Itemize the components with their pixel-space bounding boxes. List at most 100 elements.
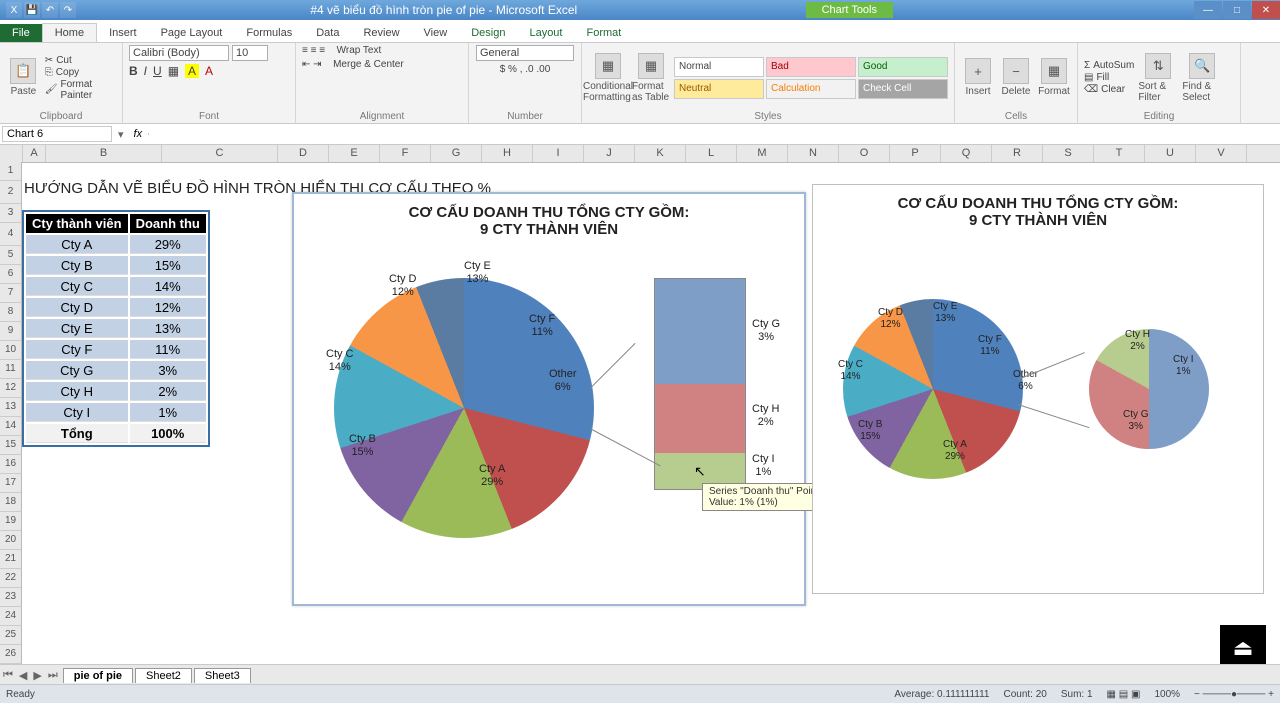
zoom-level[interactable]: 100% xyxy=(1154,689,1180,700)
excel-icon: X xyxy=(6,2,22,18)
chart2-title: CƠ CẤU DOANH THU TỔNG CTY GỒM:9 CTY THÀN… xyxy=(813,185,1263,229)
sheet-tabs: ⏮ ◀ ▶ ⏭ pie of pie Sheet2 Sheet3 xyxy=(0,664,1280,685)
style-good[interactable]: Good xyxy=(858,57,948,77)
tab-formulas[interactable]: Formulas xyxy=(234,24,304,42)
autosum-button[interactable]: Σ AutoSum xyxy=(1084,60,1134,71)
style-calculation[interactable]: Calculation xyxy=(766,79,856,99)
wrap-text-button[interactable]: Wrap Text xyxy=(337,45,382,56)
chart1-title: CƠ CẤU DOANH THU TỔNG CTY GỒM:9 CTY THÀN… xyxy=(294,194,804,238)
style-bad[interactable]: Bad xyxy=(766,57,856,77)
tab-nav-next[interactable]: ▶ xyxy=(30,669,44,682)
tab-insert[interactable]: Insert xyxy=(97,24,149,42)
sheet-tab-3[interactable]: Sheet3 xyxy=(194,668,251,683)
sort-filter-button[interactable]: ⇅Sort & Filter xyxy=(1138,53,1178,103)
name-box[interactable]: Chart 6 xyxy=(2,126,112,142)
tab-view[interactable]: View xyxy=(412,24,460,42)
sheet-tab-1[interactable]: pie of pie xyxy=(63,668,133,683)
data-table[interactable]: Cty thành viênDoanh thu Cty A29% Cty B15… xyxy=(22,210,210,447)
label-ctya: Cty A 29% xyxy=(479,463,505,488)
insert-cells-button[interactable]: +Insert xyxy=(961,58,995,97)
tab-design[interactable]: Design xyxy=(459,24,517,42)
group-cells: Cells xyxy=(961,110,1071,123)
group-font: Font xyxy=(129,110,289,123)
style-check-cell[interactable]: Check Cell xyxy=(858,79,948,99)
tab-layout[interactable]: Layout xyxy=(517,24,574,42)
document-title: #4 vẽ biểu đồ hình tròn pie of pie - Mic… xyxy=(82,3,806,17)
border-button[interactable]: ▦ xyxy=(168,64,179,78)
style-normal[interactable]: Normal xyxy=(674,57,764,77)
save-icon[interactable]: 💾 xyxy=(24,2,40,18)
find-select-button[interactable]: 🔍Find & Select xyxy=(1182,53,1222,103)
column-headers: A B C D E F G H I J K L M N O P Q R S T … xyxy=(0,145,1280,163)
format-as-table-button[interactable]: ▦Format as Table xyxy=(632,53,670,103)
copy-button[interactable]: ⎘ Copy xyxy=(45,67,116,78)
title-bar: X 💾 ↶ ↷ #4 vẽ biểu đồ hình tròn pie of p… xyxy=(0,0,1280,20)
sheet-tab-2[interactable]: Sheet2 xyxy=(135,668,192,683)
tab-nav-first[interactable]: ⏮ xyxy=(0,669,16,682)
status-bar: Ready Average: 0.111111111 Count: 20 Sum… xyxy=(0,684,1280,703)
delete-cells-button[interactable]: −Delete xyxy=(999,58,1033,97)
maximize-button[interactable]: □ xyxy=(1223,1,1251,19)
number-format-combo[interactable]: General xyxy=(476,45,574,61)
tab-home[interactable]: Home xyxy=(42,23,97,42)
quick-access-toolbar: X 💾 ↶ ↷ xyxy=(0,2,82,18)
font-color-button[interactable]: A xyxy=(205,64,213,78)
label-ctyf: Cty F 11% xyxy=(529,313,555,338)
label-ctyb: Cty B 15% xyxy=(349,433,376,458)
label-ctyg: Cty G 3% xyxy=(752,318,780,343)
chart1-secondary-bar[interactable] xyxy=(654,278,746,490)
worksheet-area[interactable]: A B C D E F G H I J K L M N O P Q R S T … xyxy=(0,145,1280,703)
chart2-primary-pie[interactable] xyxy=(843,299,1023,479)
status-average: Average: 0.111111111 xyxy=(894,689,989,700)
tab-review[interactable]: Review xyxy=(351,24,411,42)
conditional-formatting-button[interactable]: ▦Conditional Formatting xyxy=(588,53,628,103)
underline-button[interactable]: U xyxy=(153,64,162,78)
minimize-button[interactable]: — xyxy=(1194,1,1222,19)
ribbon-tabs: File Home Insert Page Layout Formulas Da… xyxy=(0,20,1280,43)
formula-bar[interactable] xyxy=(148,133,1280,135)
zoom-slider[interactable]: − ────●──── + xyxy=(1194,689,1274,700)
view-buttons[interactable]: ▦ ▤ ▣ xyxy=(1107,689,1141,700)
fill-color-button[interactable]: A xyxy=(185,64,199,78)
merge-center-button[interactable]: Merge & Center xyxy=(333,59,404,70)
label-ctyc: Cty C 14% xyxy=(326,348,354,373)
style-neutral[interactable]: Neutral xyxy=(674,79,764,99)
tab-nav-last[interactable]: ⏭ xyxy=(45,669,61,682)
paste-button[interactable]: 📋Paste xyxy=(6,58,41,97)
chart-tools-contextual-tab: Chart Tools xyxy=(806,2,893,18)
undo-icon[interactable]: ↶ xyxy=(42,2,58,18)
status-ready: Ready xyxy=(6,689,35,700)
formula-bar-row: Chart 6 ▾ fx xyxy=(0,124,1280,145)
fx-icon[interactable]: fx xyxy=(128,128,149,140)
group-editing: Editing xyxy=(1084,110,1234,123)
tab-file[interactable]: File xyxy=(0,24,42,42)
window-buttons: — □ ✕ xyxy=(1193,1,1280,19)
label-other: Other 6% xyxy=(549,368,577,393)
label-ctyi: Cty I 1% xyxy=(752,453,775,478)
cut-button[interactable]: ✂ Cut xyxy=(45,55,116,66)
row-headers: 123 4567 891011 12131415 16171819 202122… xyxy=(0,162,22,703)
font-name-combo[interactable]: Calibri (Body) xyxy=(129,45,229,61)
chart-pie-of-pie-bar[interactable]: CƠ CẤU DOANH THU TỔNG CTY GỒM:9 CTY THÀN… xyxy=(292,192,806,606)
chart-pie-of-pie-pie[interactable]: CƠ CẤU DOANH THU TỔNG CTY GỒM:9 CTY THÀN… xyxy=(812,184,1264,594)
italic-button[interactable]: I xyxy=(144,64,147,78)
tab-page-layout[interactable]: Page Layout xyxy=(149,24,235,42)
status-sum: Sum: 1 xyxy=(1061,689,1093,700)
tab-data[interactable]: Data xyxy=(304,24,351,42)
fill-button[interactable]: ▤ Fill xyxy=(1084,72,1134,83)
tab-nav-prev[interactable]: ◀ xyxy=(16,669,30,682)
close-button[interactable]: ✕ xyxy=(1252,1,1280,19)
format-painter-button[interactable]: 🖌 Format Painter xyxy=(45,79,116,101)
cursor-icon: ↖ xyxy=(694,463,706,480)
font-size-combo[interactable]: 10 xyxy=(232,45,268,61)
group-alignment: Alignment xyxy=(302,110,462,123)
format-cells-button[interactable]: ▦Format xyxy=(1037,58,1071,97)
group-styles: Styles xyxy=(588,110,948,123)
tab-format[interactable]: Format xyxy=(574,24,633,42)
bold-button[interactable]: B xyxy=(129,64,138,78)
clear-button[interactable]: ⌫ Clear xyxy=(1084,84,1134,95)
label-ctyd: Cty D 12% xyxy=(389,273,417,298)
group-number: Number xyxy=(475,110,575,123)
label-ctye: Cty E 13% xyxy=(464,260,491,285)
redo-icon[interactable]: ↷ xyxy=(60,2,76,18)
